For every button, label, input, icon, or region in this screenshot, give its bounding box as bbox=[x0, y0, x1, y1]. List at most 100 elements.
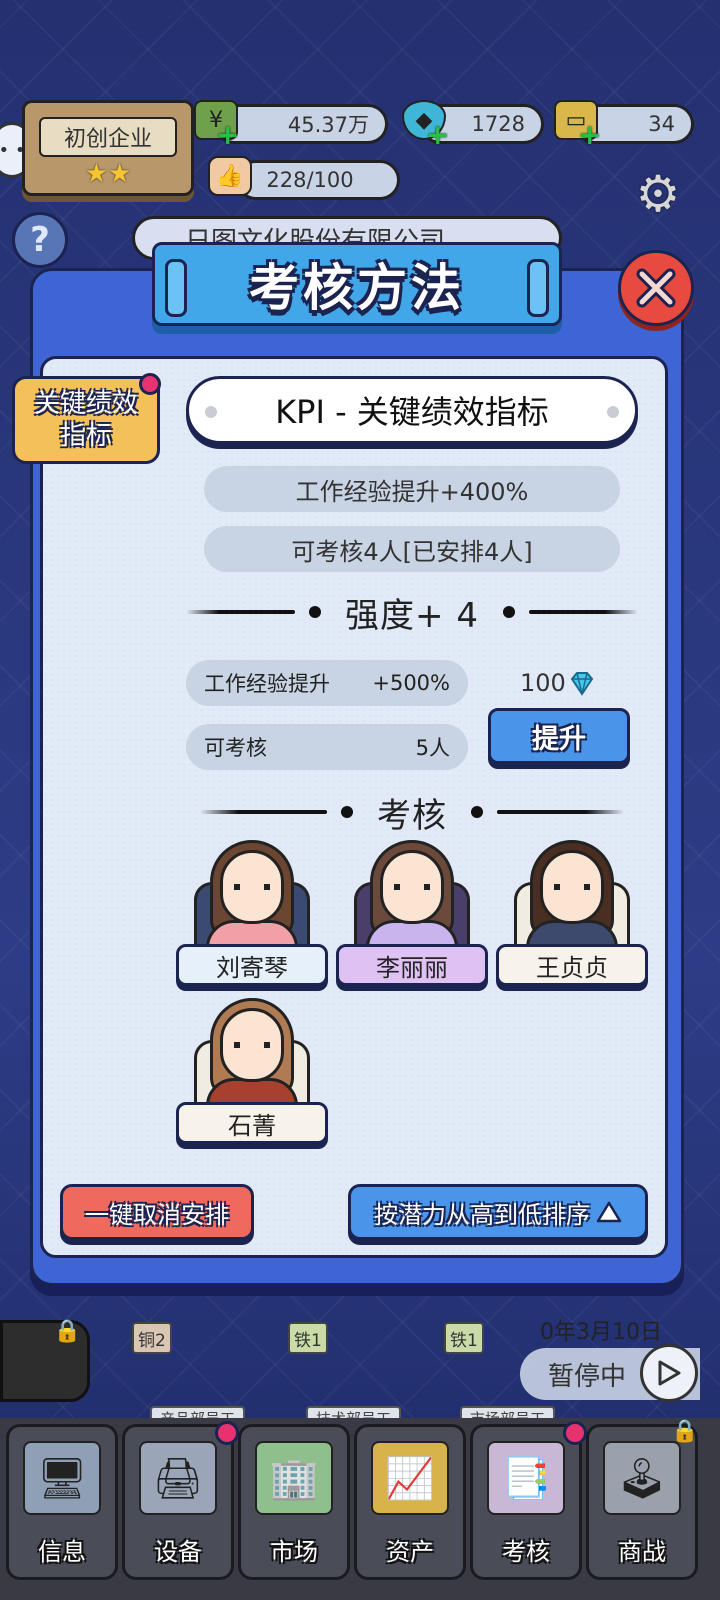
upgrade-cost: 100 bbox=[520, 666, 596, 700]
diamond-value: 1728 bbox=[471, 112, 525, 136]
tab-assets[interactable]: 📈 资产 bbox=[354, 1424, 466, 1580]
rank-tag: 铁1 bbox=[444, 1322, 484, 1354]
notification-badge-icon bbox=[215, 1421, 239, 1445]
strength-section-header: 强度+ 4 bbox=[186, 590, 638, 636]
divider-line bbox=[497, 810, 624, 814]
employee-nameplate: 石菁 bbox=[176, 1102, 328, 1144]
employee-name: 王贞贞 bbox=[536, 953, 608, 982]
diamond-icon bbox=[570, 672, 594, 696]
rank-tag: 铁1 bbox=[288, 1322, 328, 1354]
employee-eyes bbox=[554, 884, 590, 890]
selector-left-dot bbox=[205, 406, 217, 418]
divider-dot bbox=[471, 806, 483, 818]
thumbs-up-icon: 👍 bbox=[208, 156, 252, 196]
money-counter: 45.37万 bbox=[214, 104, 388, 144]
tab-info[interactable]: 🖥 信息 bbox=[6, 1424, 118, 1580]
tab-label: 考核 bbox=[502, 1538, 550, 1566]
selector-right-dot bbox=[607, 406, 619, 418]
modal-title-banner: 考核方法 bbox=[152, 242, 562, 326]
settings-gear-icon[interactable]: ⚙ bbox=[630, 166, 686, 222]
likes-counter: 228/100 bbox=[236, 160, 400, 200]
tab-equipment[interactable]: 🖨 设备 bbox=[122, 1421, 239, 1580]
next-capacity-row: 可考核 5人 bbox=[186, 724, 468, 770]
game-date: 0年3月10日 bbox=[540, 1320, 662, 1345]
employee-name: 石菁 bbox=[228, 1111, 276, 1140]
employee-card[interactable]: 李丽丽 bbox=[336, 840, 488, 994]
employee-card[interactable]: 石菁 bbox=[176, 998, 328, 1152]
joystick-icon: 🕹 bbox=[603, 1441, 681, 1515]
employee-card[interactable]: 刘寄琴 bbox=[176, 840, 328, 994]
cancel-all-button[interactable]: 一键取消安排 bbox=[60, 1184, 254, 1240]
employee-nameplate: 刘寄琴 bbox=[176, 944, 328, 986]
help-icon[interactable]: ? bbox=[12, 212, 68, 268]
rank-tag: 铜2 bbox=[132, 1322, 172, 1354]
employee-eyes bbox=[234, 884, 270, 890]
locked-map-button[interactable]: 🔒 bbox=[0, 1319, 90, 1402]
play-button[interactable] bbox=[640, 1344, 698, 1402]
lock-icon: 🔒 bbox=[671, 1419, 699, 1444]
modal-title: 考核方法 bbox=[249, 259, 465, 317]
divider-dot bbox=[341, 806, 353, 818]
triangle-up-icon bbox=[596, 1201, 622, 1223]
next-effect-row: 工作经验提升 +500% bbox=[186, 660, 468, 706]
sort-label: 按潜力从高到低排序 bbox=[374, 1200, 590, 1229]
method-tag-line2: 指标 bbox=[59, 421, 112, 451]
capacity-pill: 可考核4人[已安排4人] bbox=[204, 526, 620, 572]
notification-badge-icon bbox=[563, 1421, 587, 1445]
ticket-value: 34 bbox=[648, 112, 675, 136]
add-money-plus-icon[interactable]: + bbox=[216, 118, 239, 151]
tab-assessment[interactable]: 📑 考核 bbox=[470, 1421, 587, 1580]
notification-dot-icon bbox=[139, 373, 161, 395]
employee-nameplate: 王贞贞 bbox=[496, 944, 648, 986]
divider-line bbox=[200, 810, 327, 814]
upgrade-cost-value: 100 bbox=[520, 669, 566, 697]
tab-label: 设备 bbox=[154, 1538, 202, 1566]
close-icon bbox=[636, 268, 676, 308]
method-selector[interactable]: KPI - 关键绩效指标 bbox=[186, 376, 638, 444]
method-category-tag[interactable]: 关键绩效 指标 bbox=[12, 373, 161, 464]
tab-label: 资产 bbox=[386, 1538, 434, 1566]
tab-business-war[interactable]: 🕹 商战 🔒 bbox=[586, 1419, 698, 1580]
current-effect-text: 工作经验提升+400% bbox=[295, 477, 529, 506]
tab-label: 市场 bbox=[270, 1538, 318, 1566]
pause-label: 暂停中 bbox=[548, 1361, 627, 1392]
divider-dot bbox=[309, 606, 322, 618]
next-effect-value: +500% bbox=[372, 671, 450, 695]
tab-label: 信息 bbox=[38, 1538, 86, 1566]
employee-card[interactable]: 王贞贞 bbox=[496, 840, 648, 994]
upgrade-button[interactable]: 提升 bbox=[488, 708, 630, 764]
monitor-icon: 🖥 bbox=[23, 1441, 101, 1515]
lock-icon: 🔒 bbox=[53, 1319, 81, 1344]
add-ticket-plus-icon[interactable]: + bbox=[578, 118, 601, 151]
review-heading: 考核 bbox=[377, 795, 447, 836]
tab-label: 商战 bbox=[618, 1538, 666, 1566]
capacity-text: 可考核4人[已安排4人] bbox=[291, 537, 533, 566]
employee-name: 李丽丽 bbox=[376, 953, 448, 982]
money-value: 45.37万 bbox=[287, 113, 369, 137]
employee-glasses bbox=[394, 884, 430, 890]
company-rank-badge[interactable]: 初创企业 ★★ bbox=[22, 100, 194, 196]
next-effect-label: 工作经验提升 bbox=[204, 672, 330, 696]
method-name: KPI - 关键绩效指标 bbox=[275, 393, 549, 431]
chart-icon: 📈 bbox=[371, 1441, 449, 1515]
strength-heading: 强度+ 4 bbox=[345, 595, 479, 636]
sort-by-potential-button[interactable]: 按潜力从高到低排序 bbox=[348, 1184, 648, 1240]
review-section-header: 考核 bbox=[200, 790, 624, 836]
add-diamond-plus-icon[interactable]: + bbox=[426, 118, 449, 151]
tab-market[interactable]: 🏢 市场 bbox=[238, 1424, 350, 1580]
printer-icon: 🖨 bbox=[139, 1441, 217, 1515]
divider-line bbox=[186, 610, 296, 614]
employee-nameplate: 李丽丽 bbox=[336, 944, 488, 986]
employee-glasses bbox=[234, 1042, 270, 1048]
play-icon bbox=[658, 1360, 681, 1386]
rank-stars-icon: ★★ bbox=[84, 159, 132, 189]
divider-dot bbox=[502, 606, 515, 618]
documents-icon: 📑 bbox=[487, 1441, 565, 1515]
next-capacity-label: 可考核 bbox=[204, 736, 267, 760]
current-effect-pill: 工作经验提升+400% bbox=[204, 466, 620, 512]
building-icon: 🏢 bbox=[255, 1441, 333, 1515]
close-button[interactable] bbox=[618, 250, 694, 326]
likes-value: 228/100 bbox=[266, 168, 354, 192]
divider-line bbox=[528, 610, 638, 614]
method-tag-line1: 关键绩效 bbox=[33, 389, 138, 419]
